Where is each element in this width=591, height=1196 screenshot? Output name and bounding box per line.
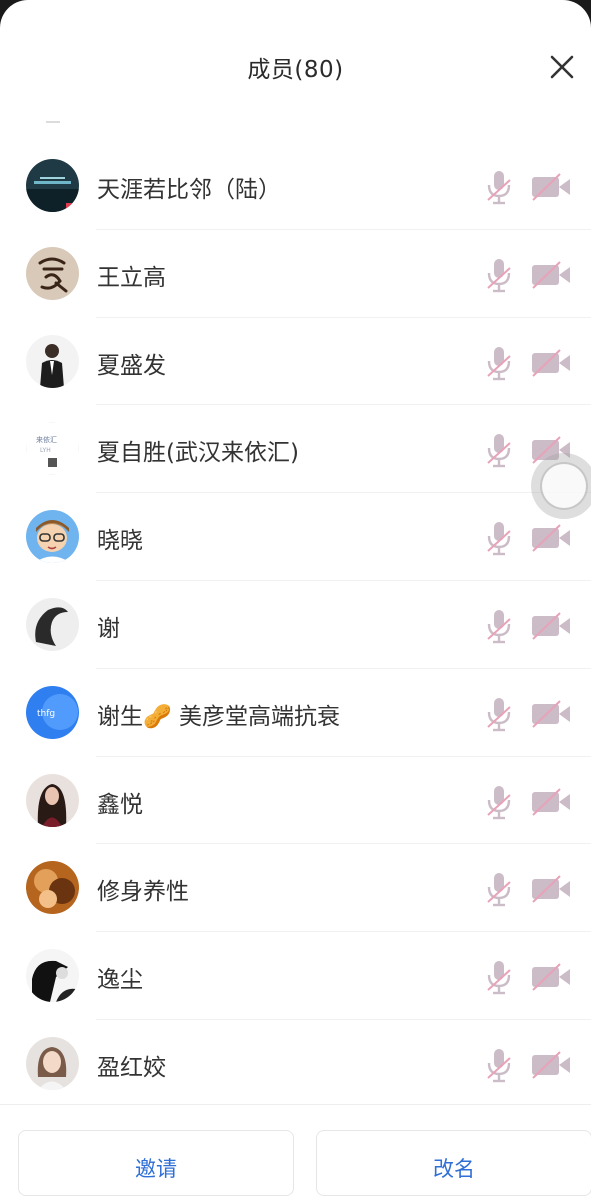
member-row[interactable]: 盈红姣: [0, 1020, 591, 1108]
member-name: 夏盛发: [97, 352, 166, 379]
camera-off-icon[interactable]: [530, 962, 572, 992]
mic-muted-icon[interactable]: [484, 695, 514, 733]
avatar: [26, 159, 79, 212]
svg-text:来依汇: 来依汇: [36, 435, 57, 444]
mic-muted-icon[interactable]: [484, 1046, 514, 1084]
rename-button[interactable]: 改名: [316, 1130, 591, 1196]
page-title: 成员(80): [247, 57, 344, 83]
member-name: 逸尘: [97, 967, 143, 994]
mic-muted-icon[interactable]: [484, 344, 514, 382]
camera-off-icon[interactable]: [530, 787, 572, 817]
avatar: [26, 773, 79, 827]
camera-off-icon[interactable]: [530, 611, 572, 641]
member-row[interactable]: thfg 谢生🥜 美彦堂高端抗衰: [0, 669, 591, 757]
avatar: [26, 861, 79, 915]
member-name: 修身养性: [97, 879, 189, 906]
member-row[interactable]: 鑫悦: [0, 757, 591, 845]
member-row[interactable]: 王立高: [0, 230, 591, 318]
scroll-hint: [46, 121, 60, 123]
mic-muted-icon[interactable]: [484, 958, 514, 996]
member-row[interactable]: 晓晓: [0, 493, 591, 581]
member-row[interactable]: 修身养性: [0, 844, 591, 933]
footer-bar: 邀请 改名: [0, 1104, 591, 1196]
member-name: 谢: [97, 615, 120, 642]
member-row[interactable]: 谢: [0, 581, 591, 669]
camera-off-icon[interactable]: [530, 172, 572, 202]
avatar: [26, 246, 79, 300]
mic-muted-icon[interactable]: [484, 431, 514, 469]
camera-off-icon[interactable]: [530, 699, 572, 729]
avatar: thfg: [26, 685, 79, 739]
camera-off-icon[interactable]: [530, 260, 572, 290]
mic-muted-icon[interactable]: [484, 519, 514, 557]
member-row[interactable]: 天涯若比邻（陆）: [0, 142, 591, 230]
avatar: [26, 1036, 79, 1090]
avatar: [26, 510, 79, 564]
camera-off-icon[interactable]: [530, 874, 572, 904]
member-list: 天涯若比邻（陆） 王立高夏盛发来依汇 LYH 夏自胜(武汉来依汇) 晓晓谢 thfg 谢生🥜…: [0, 142, 591, 1108]
mic-muted-icon[interactable]: [484, 607, 514, 645]
member-name: 鑫悦: [97, 791, 143, 818]
avatar: 来依汇 LYH: [26, 422, 79, 476]
sheet-header: 成员(80): [0, 0, 591, 120]
mic-muted-icon[interactable]: [484, 168, 514, 206]
member-name: 晓晓: [97, 528, 143, 555]
mic-muted-icon[interactable]: [484, 870, 514, 908]
mic-muted-icon[interactable]: [484, 783, 514, 821]
close-icon[interactable]: [545, 50, 579, 84]
member-name: 夏自胜(武汉来依汇): [97, 440, 299, 467]
invite-button[interactable]: 邀请: [18, 1130, 294, 1196]
mic-muted-icon[interactable]: [484, 256, 514, 294]
avatar: [26, 334, 79, 388]
member-row[interactable]: 夏盛发: [0, 318, 591, 406]
avatar: [26, 949, 79, 1003]
member-row[interactable]: 逸尘: [0, 932, 591, 1020]
members-sheet: 成员(80) 天涯若比邻（陆） 王立高夏盛发来依汇 LYH 夏自胜(武汉来依汇) 晓晓谢…: [0, 0, 591, 1196]
camera-off-icon[interactable]: [530, 348, 572, 378]
camera-off-icon[interactable]: [530, 523, 572, 553]
member-name: 天涯若比邻（陆）: [97, 177, 281, 203]
svg-text:LYH: LYH: [40, 447, 51, 454]
member-name: 王立高: [97, 264, 166, 291]
camera-off-icon[interactable]: [530, 1050, 572, 1080]
member-row[interactable]: 来依汇 LYH 夏自胜(武汉来依汇): [0, 405, 591, 494]
svg-text:thfg: thfg: [37, 709, 55, 719]
floating-assistive-button[interactable]: [531, 453, 591, 519]
member-name: 谢生🥜 美彦堂高端抗衰: [97, 703, 340, 730]
avatar: [26, 597, 79, 651]
member-name: 盈红姣: [97, 1054, 166, 1081]
